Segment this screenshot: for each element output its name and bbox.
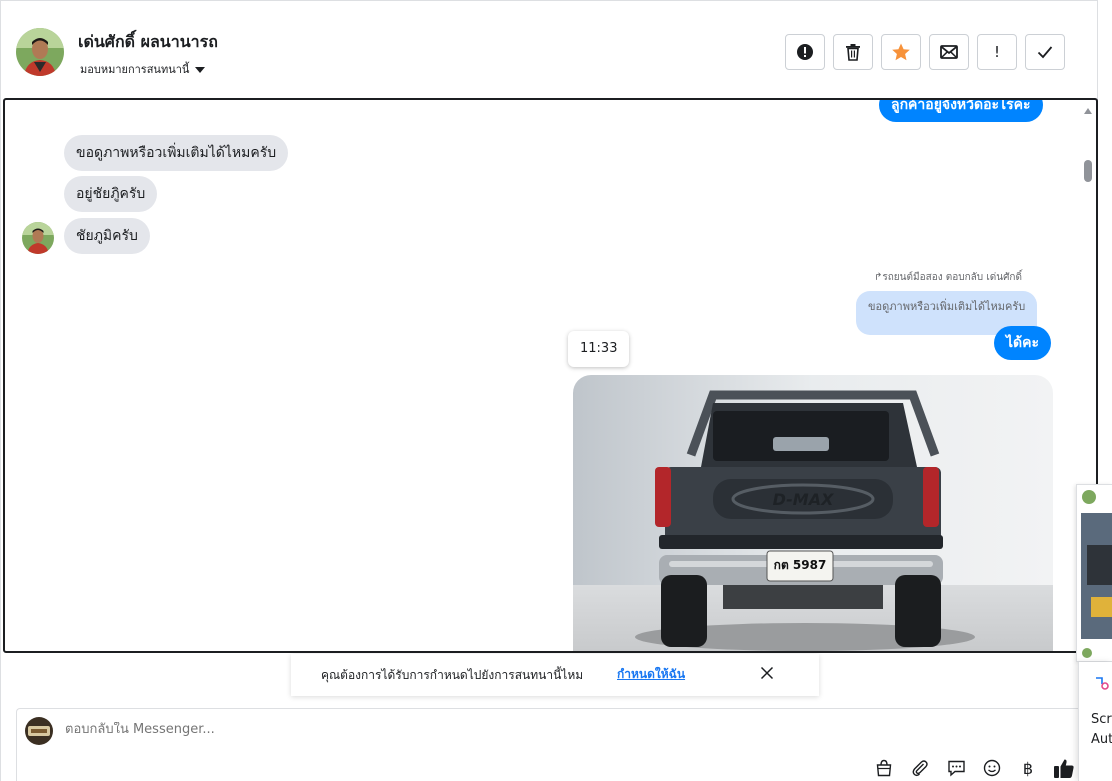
- speech-icon: [947, 760, 965, 777]
- follow-up-button[interactable]: !: [977, 34, 1017, 70]
- contact-avatar[interactable]: [16, 28, 64, 76]
- exclamation-icon: !: [993, 43, 1000, 61]
- outgoing-message: ลูกค้าอยู่จังหวัดอะไรคะ: [879, 100, 1043, 122]
- like-icon: [1054, 759, 1074, 778]
- mail-icon: [940, 45, 958, 59]
- side-preview-popup[interactable]: [1076, 484, 1112, 662]
- attached-photo[interactable]: D-MAX กต 5987: [573, 375, 1053, 651]
- close-icon[interactable]: [759, 665, 775, 681]
- like-button[interactable]: [1053, 757, 1075, 779]
- pickup-truck-image: D-MAX กต 5987: [573, 375, 1053, 651]
- assign-label: มอบหมายการสนทนานี้: [80, 63, 190, 76]
- timestamp-tooltip: 11:33: [568, 331, 630, 367]
- reply-composer: ฿: [16, 708, 1098, 781]
- assignment-prompt-text: คุณต้องการได้รับการกำหนดไปยังการสนทนานี้…: [321, 668, 584, 682]
- star-icon: [892, 43, 910, 61]
- check-icon: [1037, 46, 1053, 59]
- composer-toolbar: ฿: [873, 757, 1075, 779]
- license-plate: กต 5987: [774, 558, 827, 572]
- assign-to-me-link[interactable]: กำหนดให้ฉัน: [617, 665, 685, 684]
- side-notification-card[interactable]: Scre Aut: [1078, 662, 1112, 781]
- trash-icon: [846, 44, 860, 61]
- card-title: Scre: [1091, 712, 1112, 727]
- app-icon: [1096, 677, 1109, 690]
- emoji-icon: [983, 759, 1001, 777]
- payment-button[interactable]: ฿: [1017, 757, 1039, 779]
- message-thread[interactable]: ลูกค้าอยู่จังหวัดอะไรคะ ขอดูภาพหรือวเพิ่…: [3, 98, 1098, 653]
- saved-replies-button[interactable]: [945, 757, 967, 779]
- incoming-message: ชัยภูมิครับ: [64, 218, 150, 254]
- shop-button[interactable]: [873, 757, 895, 779]
- delete-button[interactable]: [833, 34, 873, 70]
- scroll-thumb[interactable]: [1084, 160, 1092, 182]
- assignment-prompt: คุณต้องการได้รับการกำหนดไปยังการสนทนานี้…: [291, 654, 819, 696]
- star-button[interactable]: [881, 34, 921, 70]
- outgoing-message: ได้คะ: [994, 326, 1052, 360]
- spam-icon: [797, 44, 813, 60]
- incoming-message: ขอดูภาพหรือวเพิ่มเติมได้ไหมครับ: [64, 135, 289, 171]
- attach-button[interactable]: [909, 757, 931, 779]
- scroll-up-icon[interactable]: [1084, 108, 1092, 114]
- mark-unread-button[interactable]: [929, 34, 969, 70]
- emoji-button[interactable]: [981, 757, 1003, 779]
- card-subtitle: Aut: [1091, 732, 1112, 747]
- bag-icon: [876, 759, 892, 777]
- paperclip-icon: [912, 760, 928, 777]
- mark-done-button[interactable]: [1025, 34, 1065, 70]
- mark-spam-button[interactable]: [785, 34, 825, 70]
- incoming-message: อยู่ชัยภูิครับ: [64, 176, 158, 212]
- baht-icon: ฿: [1022, 758, 1034, 778]
- tailgate-brand: D-MAX: [773, 490, 835, 509]
- preview-thumbnail: [1077, 485, 1112, 661]
- header-toolbar: !: [785, 34, 1065, 70]
- sender-avatar: [22, 222, 54, 254]
- contact-name[interactable]: เด่นศักดิ์ ผลนานารถ: [78, 30, 218, 55]
- message-input[interactable]: [65, 722, 665, 737]
- caret-down-icon: [195, 66, 206, 73]
- reply-attribution: ↱รถยนต์มือสอง ตอบกลับ เด่นศักดิ์: [874, 272, 1022, 283]
- conversation-header: เด่นศักดิ์ ผลนานารถ มอบหมายการสนทนานี้ !: [0, 0, 1098, 98]
- assign-dropdown[interactable]: มอบหมายการสนทนานี้: [80, 60, 206, 78]
- page-avatar: [25, 717, 53, 745]
